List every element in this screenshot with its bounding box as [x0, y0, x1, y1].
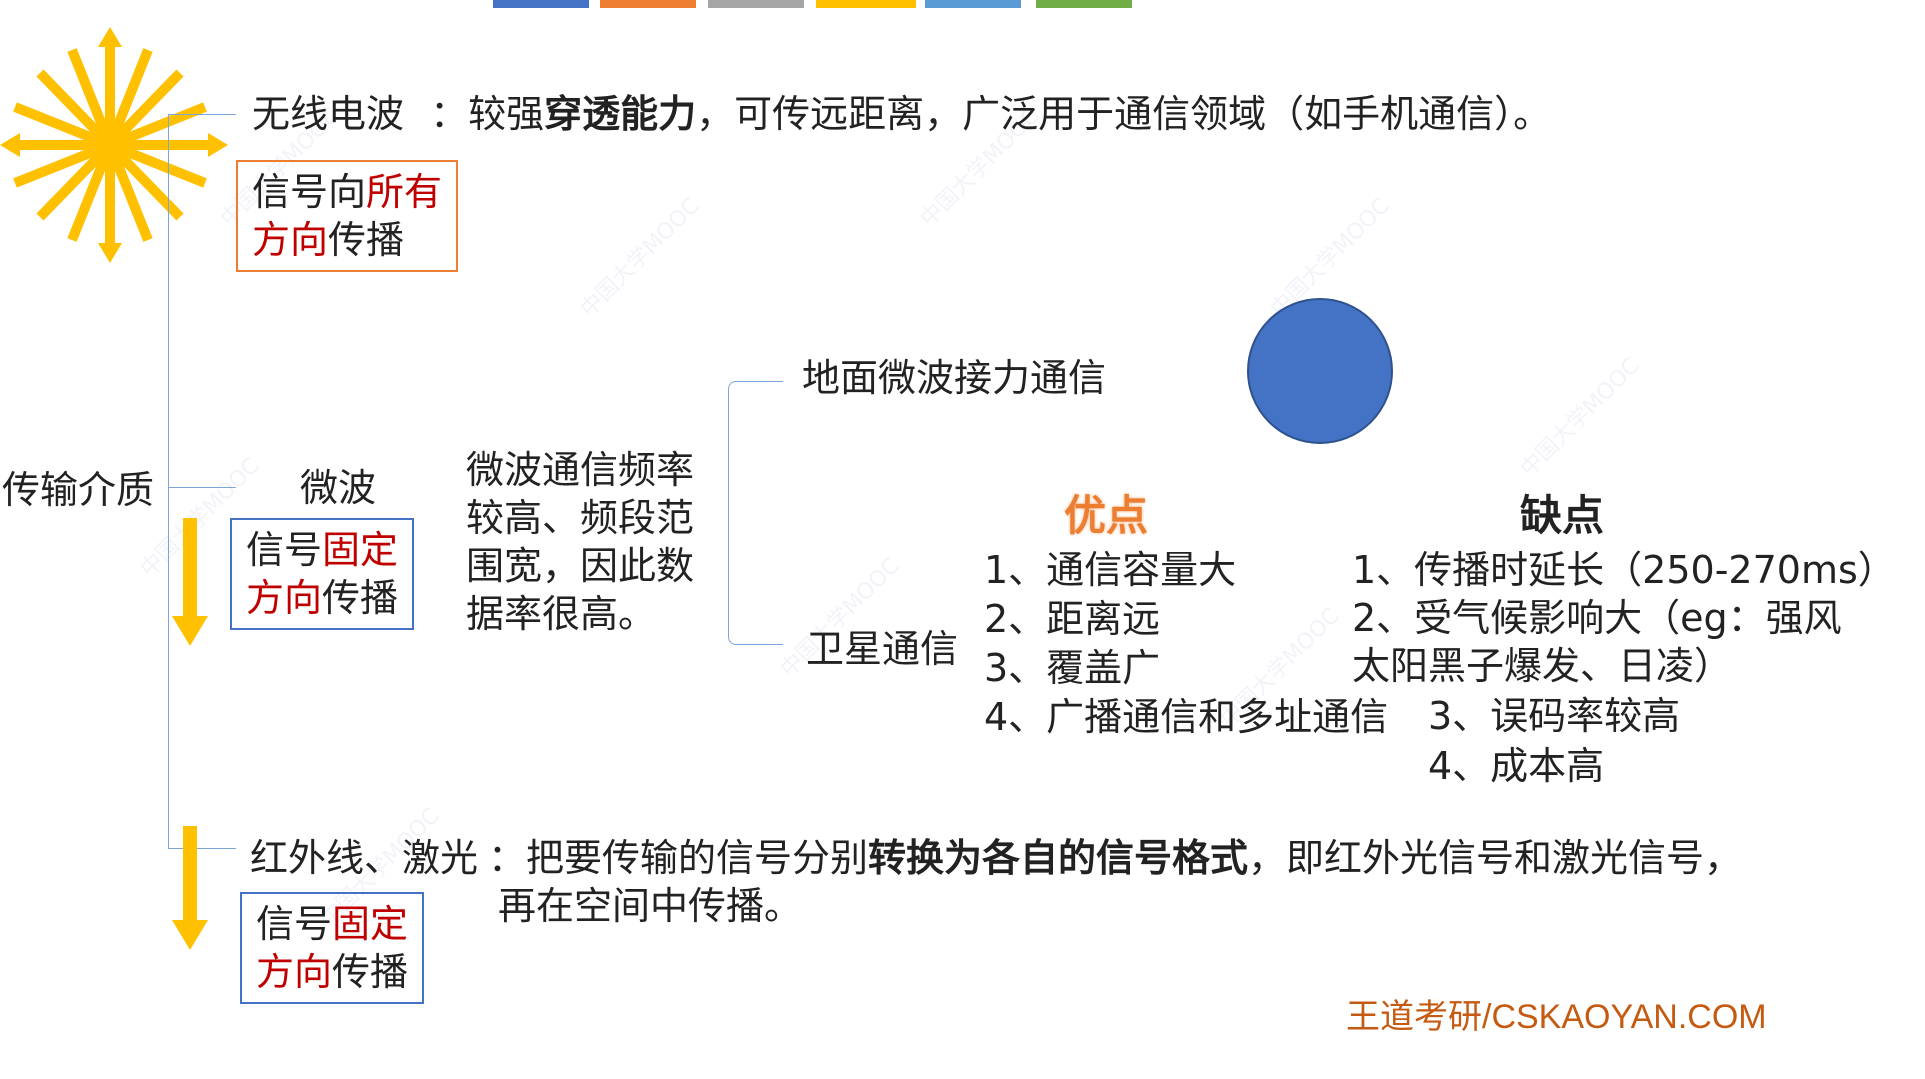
desc-line: 围宽，因此数 [466, 544, 695, 588]
top-bar-segment [708, 0, 804, 8]
box-text: 信号向 [252, 170, 367, 214]
pros-list: 1、通信容量大 2、距离远 3、覆盖广 4、广播通信和多址通信 [984, 546, 1388, 742]
tree-branch-radio [168, 114, 236, 115]
microwave-direction-box: 信号固定 方向传播 [230, 518, 415, 630]
box-text: 传播 [332, 950, 409, 994]
down-arrow-icon [172, 518, 208, 646]
infrared-bold: 转换为各自的信号格式 [868, 836, 1249, 880]
microwave-sub-bracket [728, 381, 783, 645]
desc-line: 较高、频段范 [466, 496, 695, 540]
ground-relay-label: 地面微波接力通信 [802, 356, 1107, 400]
box-text: 传播 [328, 218, 405, 262]
infrared-line: 红外线、激光 ：把要传输的信号分别转换为各自的信号格式，即红外光信号和激光信号， [250, 834, 1742, 882]
microwave-desc: 微波通信频率 较高、频段范 围宽，因此数 据率很高。 [466, 446, 694, 638]
cons-item: 3、误码率较高 [1428, 694, 1681, 738]
infrared-label: 红外线、激光 [250, 836, 479, 880]
infrared-line2: 再在空间中传播。 [498, 884, 803, 928]
pros-item: 4、广播通信和多址通信 [984, 695, 1389, 739]
pros-item: 3、覆盖广 [984, 646, 1161, 690]
desc-line: 微波通信频率 [466, 448, 695, 492]
pros-title: 优点 [1064, 491, 1149, 540]
starburst-arrows-icon [0, 27, 228, 263]
box-text: 信号 [246, 528, 323, 572]
box-text-highlight: 所有 [366, 170, 443, 214]
radio-line: 无线电波 ：较强穿透能力，可传远距离，广泛用于通信领域（如手机通信）。 [252, 90, 1551, 138]
box-text-highlight: 方向 [256, 950, 333, 994]
tree-branch-microwave [168, 487, 236, 488]
down-arrow-icon [172, 826, 208, 950]
top-bar-segment [1036, 0, 1132, 8]
box-text-highlight: 固定 [322, 528, 399, 572]
satellite-label: 卫星通信 [806, 627, 959, 671]
microwave-label: 微波 [300, 466, 377, 510]
cons-item: 1、传播时延长（250-270ms） [1352, 548, 1896, 592]
footer-brand: 王道考研/CSKAOYAN.COM [1346, 998, 1767, 1036]
cons-item: 4、成本高 [1428, 744, 1605, 788]
infrared-sep: ：把要传输的信号分别 [488, 836, 869, 880]
desc-line: 据率很高。 [466, 592, 657, 636]
radio-sep: ：较强 [430, 92, 545, 136]
box-text-highlight: 方向 [252, 218, 329, 262]
cons-title: 缺点 [1520, 491, 1605, 540]
radio-label: 无线电波 [252, 92, 405, 136]
cons-item: 2、受气候影响大（eg：强风 [1352, 596, 1842, 640]
root-label: 传输介质 [2, 468, 155, 512]
top-bar-segment [493, 0, 589, 8]
box-text: 传播 [322, 576, 399, 620]
top-bar-segment [816, 0, 916, 8]
top-bar-segment [600, 0, 696, 8]
tree-vertical-line [168, 114, 169, 849]
blue-circle-icon [1247, 298, 1393, 444]
top-bar-segment [925, 0, 1021, 8]
radio-bold: 穿透能力 [544, 92, 697, 136]
box-text-highlight: 方向 [246, 576, 323, 620]
pros-item: 1、通信容量大 [984, 548, 1237, 592]
radio-desc: ，可传远距离，广泛用于通信领域（如手机通信）。 [696, 92, 1552, 136]
pros-item: 2、距离远 [984, 597, 1161, 641]
box-text-highlight: 固定 [332, 902, 409, 946]
box-text: 信号 [256, 902, 333, 946]
cons-item: 太阳黑子爆发、日凌） [1352, 644, 1733, 688]
infrared-direction-box: 信号固定 方向传播 [240, 892, 425, 1004]
infrared-rest: ，即红外光信号和激光信号， [1248, 836, 1743, 880]
radio-direction-box: 信号向所有 方向传播 [236, 160, 459, 272]
